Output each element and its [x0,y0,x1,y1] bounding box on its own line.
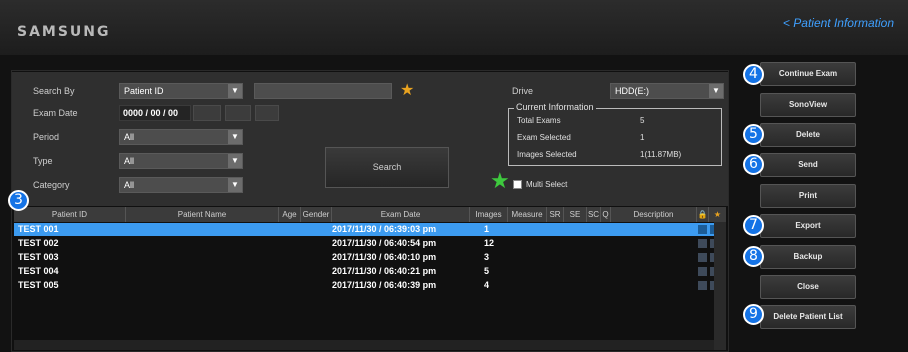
images-cell: 5 [484,266,490,276]
column-age[interactable]: Age [279,207,301,222]
current-information-title: Current Information [514,102,596,112]
chevron-down-icon: ▼ [228,130,242,144]
send-button[interactable]: Send [760,153,856,177]
backup-button[interactable]: Backup [760,245,856,269]
callout-badge-7: 7 [743,215,764,236]
exam-date-cell: 2017/11/30 / 06:40:10 pm [332,252,437,262]
header-bar: SAMSUNG < Patient Information [0,0,908,55]
delete-button[interactable]: Delete [760,123,856,147]
table-row[interactable]: TEST 002 2017/11/30 / 06:40:54 pm 12 [14,237,726,250]
column-sr[interactable]: SR [547,207,564,222]
column-patient-id[interactable]: Patient ID [14,207,126,222]
patient-id-cell: TEST 002 [18,238,59,248]
column-images[interactable]: Images [470,207,508,222]
patient-information-link[interactable]: < Patient Information [783,16,894,30]
multi-select-checkbox[interactable] [513,180,522,189]
period-select[interactable]: All ▼ [119,129,243,145]
print-button[interactable]: Print [760,184,856,208]
table-row[interactable]: TEST 001 2017/11/30 / 06:39:03 pm 1 [14,223,726,236]
close-button[interactable]: Close [760,275,856,299]
favorite-star-icon[interactable]: ★ [400,83,414,99]
category-label: Category [33,180,70,190]
type-value: All [124,156,135,166]
exam-selected-label: Exam Selected [517,133,571,142]
chevron-down-icon: ▼ [228,154,242,168]
images-selected-label: Images Selected [517,150,577,159]
exam-date-input[interactable]: 0000 / 00 / 00 [119,105,191,121]
exam-date-cell: 2017/11/30 / 06:39:03 pm [332,224,437,234]
exam-selected-value: 1 [640,133,645,142]
lock-toggle[interactable] [698,225,707,234]
images-cell: 12 [484,238,495,248]
search-button[interactable]: Search [325,147,449,188]
exam-time-second-input[interactable] [255,105,279,121]
column-description[interactable]: Description [611,207,697,222]
category-select[interactable]: All ▼ [119,177,243,193]
exam-time-minute-input[interactable] [225,105,251,121]
callout-badge-4: 4 [743,64,764,85]
star-icon[interactable]: ★ [709,207,726,222]
callout-badge-5: 5 [743,124,764,145]
lock-toggle[interactable] [698,267,707,276]
total-exams-value: 5 [640,116,645,125]
search-by-value: Patient ID [124,86,164,96]
lock-toggle[interactable] [698,281,707,290]
column-se[interactable]: SE [564,207,587,222]
column-patient-name[interactable]: Patient Name [126,207,279,222]
table-header: Patient ID Patient Name Age Gender Exam … [14,207,726,222]
column-q[interactable]: Q [601,207,611,222]
search-by-select[interactable]: Patient ID ▼ [119,83,243,99]
exam-time-hour-input[interactable] [193,105,221,121]
callout-badge-6: 6 [743,154,764,175]
search-text-input[interactable] [254,83,392,99]
column-exam-date[interactable]: Exam Date [332,207,470,222]
total-exams-label: Total Exams [517,116,561,125]
patient-id-cell: TEST 003 [18,252,59,262]
exam-date-cell: 2017/11/30 / 06:40:54 pm [332,238,437,248]
column-measure[interactable]: Measure [508,207,547,222]
period-value: All [124,132,135,142]
period-label: Period [33,132,60,142]
images-cell: 1 [484,224,490,234]
patient-id-cell: TEST 005 [18,280,59,290]
green-star-icon: ★ [490,168,510,193]
chevron-down-icon: ▼ [228,84,242,98]
lock-toggle[interactable] [698,239,707,248]
chevron-down-icon: ▼ [709,84,723,98]
multi-select-label: Multi Select [526,180,568,189]
search-by-label: Search By [33,86,75,96]
horizontal-scrollbar[interactable] [14,340,714,350]
brand-logo: SAMSUNG [17,24,111,40]
patient-id-cell: TEST 001 [18,224,59,234]
table-row[interactable]: TEST 005 2017/11/30 / 06:40:39 pm 4 [14,279,726,292]
delete-patient-list-button[interactable]: Delete Patient List [760,305,856,329]
drive-label: Drive [512,86,534,96]
exam-date-label: Exam Date [33,108,78,118]
patient-id-cell: TEST 004 [18,266,59,276]
callout-badge-9: 9 [743,304,764,325]
column-gender[interactable]: Gender [301,207,332,222]
exam-date-cell: 2017/11/30 / 06:40:39 pm [332,280,437,290]
category-value: All [124,180,135,190]
lock-icon[interactable]: 🔒 [697,207,709,222]
sonoview-button[interactable]: SonoView [760,93,856,117]
type-label: Type [33,156,53,166]
table-row[interactable]: TEST 003 2017/11/30 / 06:40:10 pm 3 [14,251,726,264]
table-row[interactable]: TEST 004 2017/11/30 / 06:40:21 pm 5 [14,265,726,278]
chevron-down-icon: ▼ [228,178,242,192]
images-cell: 3 [484,252,490,262]
vertical-scrollbar[interactable] [714,222,726,350]
continue-exam-button[interactable]: Continue Exam [760,62,856,86]
callout-badge-3: 3 [8,190,29,211]
callout-badge-8: 8 [743,246,764,267]
type-select[interactable]: All ▼ [119,153,243,169]
drive-select[interactable]: HDD(E:) ▼ [610,83,724,99]
images-cell: 4 [484,280,490,290]
column-sc[interactable]: SC [587,207,601,222]
images-selected-value: 1(11.87MB) [640,150,682,159]
lock-toggle[interactable] [698,253,707,262]
export-button[interactable]: Export [760,214,856,238]
drive-value: HDD(E:) [615,86,649,96]
exam-date-cell: 2017/11/30 / 06:40:21 pm [332,266,437,276]
